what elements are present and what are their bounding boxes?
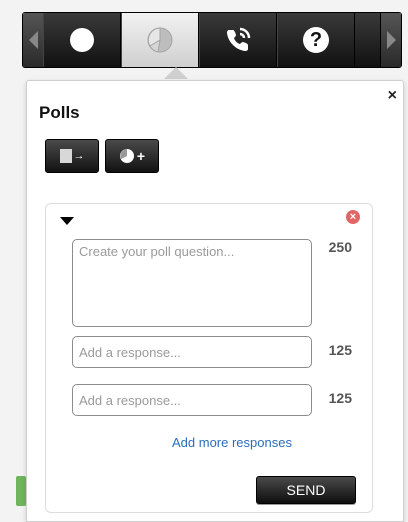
- toolbar-phone-button[interactable]: [199, 13, 277, 67]
- send-button[interactable]: SEND: [256, 476, 356, 504]
- scroll-left-button[interactable]: [23, 13, 44, 67]
- help-icon: ?: [303, 27, 329, 53]
- new-poll-button[interactable]: +: [105, 139, 159, 173]
- remove-poll-icon[interactable]: ×: [346, 210, 360, 224]
- poll-form-card: × 250 125 125 Add more responses SEND: [45, 203, 373, 513]
- response-2-char-count: 125: [328, 390, 352, 406]
- toolbar-record-button[interactable]: [43, 13, 121, 67]
- top-toolbar: ?: [22, 12, 402, 68]
- poll-question-input[interactable]: [72, 239, 312, 327]
- polls-panel: × Polls → + × 250 125 125 Add more respo…: [26, 80, 404, 522]
- poll-pie-icon: [147, 27, 173, 53]
- export-icon: →: [59, 149, 85, 163]
- phone-call-icon: [227, 27, 251, 51]
- close-panel-button[interactable]: ×: [388, 87, 397, 105]
- panel-title: Polls: [39, 103, 80, 122]
- toolbar-help-button[interactable]: ?: [277, 13, 355, 67]
- response-input-1[interactable]: [72, 336, 312, 368]
- scroll-right-button[interactable]: [380, 13, 401, 67]
- left-edge-accent: [16, 476, 26, 506]
- response-input-2[interactable]: [72, 384, 312, 416]
- chevron-left-icon: [28, 31, 38, 49]
- response-1-char-count: 125: [328, 342, 352, 358]
- new-poll-plus: +: [136, 148, 146, 164]
- add-more-responses-link[interactable]: Add more responses: [172, 435, 292, 450]
- new-poll-icon: +: [119, 148, 145, 164]
- export-poll-button[interactable]: →: [45, 139, 99, 173]
- record-circle-icon: [70, 28, 94, 52]
- collapse-triangle-icon[interactable]: [60, 217, 74, 225]
- chevron-right-icon: [386, 31, 396, 49]
- question-char-count: 250: [328, 239, 352, 255]
- active-tab-pointer: [164, 67, 188, 79]
- toolbar-polls-button[interactable]: [121, 13, 199, 67]
